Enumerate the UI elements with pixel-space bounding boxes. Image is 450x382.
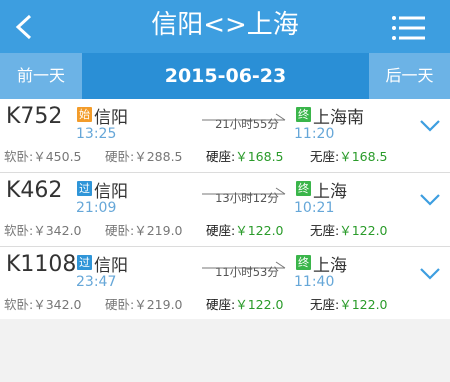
arrival-station: 上海 [313, 182, 347, 202]
train-list: K752 始 信阳 13:25 21小时55分 终 上海南 11:20 软卧:￥… [0, 99, 450, 322]
no-seat-value: ￥168.5 [339, 149, 388, 164]
menu-icon[interactable] [391, 14, 425, 42]
travel-duration: 13小时12分 [215, 191, 279, 205]
hard-seat-label: 硬座: [206, 297, 236, 312]
no-seat-value: ￥122.0 [339, 297, 388, 312]
terminal-station-tag: 终 [296, 255, 311, 270]
travel-duration: 21小时55分 [215, 117, 279, 131]
train-number: K1108 [6, 252, 77, 277]
passing-station-tag: 过 [77, 255, 92, 270]
chevron-down-icon[interactable] [419, 267, 441, 281]
departure-time: 13:25 [76, 126, 117, 142]
arrival-station: 上海 [313, 256, 347, 276]
no-seat-value: ￥122.0 [339, 223, 388, 238]
hard-sleeper-price: 硬卧:￥288.5 [105, 149, 183, 164]
hard-seat-label: 硬座: [206, 149, 236, 164]
app-header: 信阳<>上海 [0, 0, 450, 53]
soft-sleeper-price: 软卧:￥342.0 [4, 223, 82, 238]
terminal-station-tag: 终 [296, 107, 311, 122]
no-seat-label: 无座: [310, 297, 340, 312]
next-day-button[interactable]: 后一天 [369, 53, 450, 99]
departure-time: 23:47 [76, 274, 117, 290]
arrival-time: 11:40 [294, 274, 335, 290]
hard-seat-price: 硬座:￥122.0 [206, 220, 284, 239]
chevron-down-icon[interactable] [419, 119, 441, 133]
origin-station-tag: 始 [77, 107, 92, 122]
train-row[interactable]: K1108 过 信阳 23:47 11小时53分 终 上海 11:40 软卧:￥… [0, 247, 450, 322]
terminal-station-tag: 终 [296, 181, 311, 196]
previous-day-button[interactable]: 前一天 [0, 53, 82, 99]
no-seat-price: 无座:￥168.5 [310, 146, 388, 165]
chevron-down-icon[interactable] [419, 193, 441, 207]
empty-area [0, 319, 450, 382]
arrival-time: 11:20 [294, 126, 335, 142]
train-row[interactable]: K462 过 信阳 21:09 13小时12分 终 上海 10:21 软卧:￥3… [0, 173, 450, 247]
departure-station: 信阳 [94, 256, 128, 276]
hard-seat-price: 硬座:￥122.0 [206, 294, 284, 313]
arrival-station: 上海南 [313, 108, 364, 128]
train-row[interactable]: K752 始 信阳 13:25 21小时55分 终 上海南 11:20 软卧:￥… [0, 99, 450, 173]
hard-sleeper-price: 硬卧:￥219.0 [105, 297, 183, 312]
hard-seat-value: ￥168.5 [235, 149, 284, 164]
hard-seat-value: ￥122.0 [235, 297, 284, 312]
hard-seat-label: 硬座: [206, 223, 236, 238]
arrival-time: 10:21 [294, 200, 335, 216]
date-bar: 前一天 2015-06-23 后一天 [0, 53, 450, 99]
no-seat-label: 无座: [310, 149, 340, 164]
train-number: K462 [6, 178, 63, 203]
page-title: 信阳<>上海 [151, 10, 299, 40]
travel-duration: 11小时53分 [215, 265, 279, 279]
departure-time: 21:09 [76, 200, 117, 216]
hard-sleeper-price: 硬卧:￥219.0 [105, 223, 183, 238]
hard-seat-value: ￥122.0 [235, 223, 284, 238]
passing-station-tag: 过 [77, 181, 92, 196]
no-seat-price: 无座:￥122.0 [310, 294, 388, 313]
no-seat-label: 无座: [310, 223, 340, 238]
hard-seat-price: 硬座:￥168.5 [206, 146, 284, 165]
departure-station: 信阳 [94, 108, 128, 128]
soft-sleeper-price: 软卧:￥342.0 [4, 297, 82, 312]
current-date: 2015-06-23 [164, 65, 287, 87]
no-seat-price: 无座:￥122.0 [310, 220, 388, 239]
train-number: K752 [6, 104, 63, 129]
soft-sleeper-price: 软卧:￥450.5 [4, 149, 82, 164]
departure-station: 信阳 [94, 182, 128, 202]
